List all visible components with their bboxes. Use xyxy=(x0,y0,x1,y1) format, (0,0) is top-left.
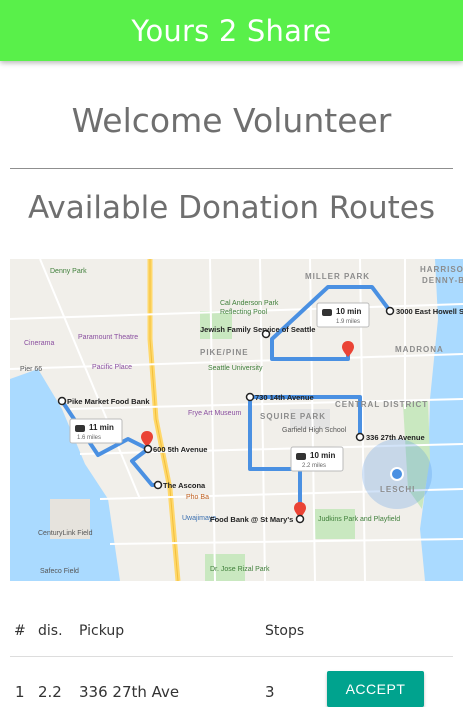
place-label: Dr. Jose Rizal Park xyxy=(210,566,270,573)
route-time: 10 min xyxy=(310,451,335,460)
route-distance: 1.9 miles xyxy=(336,319,360,325)
neighborhood-label: DENNY-BLAI xyxy=(422,276,463,285)
route-map[interactable]: MILLER PARK HARRISON DENNY-BLAI PIKE/PIN… xyxy=(10,259,463,581)
current-location-dot xyxy=(390,467,404,481)
neighborhood-label: HARRISON xyxy=(420,265,463,274)
stop-marker-3 xyxy=(57,396,67,406)
stop-label: 730 14th Avenue xyxy=(255,393,314,402)
stop-marker-8 xyxy=(295,514,305,524)
stop-label: 3000 East Howell St xyxy=(396,307,463,316)
stop-marker-5 xyxy=(153,480,163,490)
stop-label: The Ascona xyxy=(163,481,206,490)
table-row: 1 2.2 336 27th Ave 3 ACCEPT xyxy=(10,657,453,707)
place-label: Pier 66 xyxy=(20,366,42,373)
row-number: 1 xyxy=(15,683,25,701)
routes-table: # dis. Pickup Stops 1 2.2 336 27th Ave 3… xyxy=(10,604,453,707)
neighborhood-label: MADRONA xyxy=(395,345,444,354)
place-label: Seattle University xyxy=(208,365,263,372)
routes-heading: Available Donation Routes xyxy=(27,190,436,226)
stop-label: Jewish Family Service of Seattle xyxy=(200,325,315,334)
stop-marker-1 xyxy=(385,306,395,316)
divider xyxy=(10,168,453,169)
route-time: 11 min xyxy=(89,423,114,432)
destination-pin-1 xyxy=(342,341,354,357)
judkins-park-area xyxy=(315,509,355,539)
header-pickup: Pickup xyxy=(79,623,125,639)
car-icon xyxy=(322,309,332,316)
place-label: Pho Ba xyxy=(186,494,209,501)
stop-marker-7 xyxy=(355,432,365,442)
stop-marker-4 xyxy=(143,444,153,454)
accept-button[interactable]: ACCEPT xyxy=(327,671,424,707)
header-number: # xyxy=(14,623,26,639)
place-label: Paramount Theatre xyxy=(78,334,138,341)
stop-label: Pike Market Food Bank xyxy=(67,397,150,406)
route-distance: 1.6 miles xyxy=(77,435,101,441)
route-distance: 2.2 miles xyxy=(302,463,326,469)
route-info-box-2: 11 min 1.6 miles xyxy=(69,418,123,444)
neighborhood-label: LESCHI xyxy=(380,485,415,494)
app-title: Yours 2 Share xyxy=(131,13,332,48)
header-stops: Stops xyxy=(265,623,305,639)
place-label: Pacific Place xyxy=(92,364,132,371)
neighborhood-label: CENTRAL DISTRICT xyxy=(335,400,428,409)
car-icon xyxy=(75,425,85,432)
neighborhood-label: SQUIRE PARK xyxy=(260,412,326,421)
stop-label: 600 5th Avenue xyxy=(153,445,207,454)
place-label: Cal Anderson Park xyxy=(220,300,279,307)
welcome-heading: Welcome Volunteer xyxy=(71,101,392,140)
place-label: Safeco Field xyxy=(40,568,79,575)
route-info-box-1: 10 min 1.9 miles xyxy=(316,302,370,328)
place-label: Reflecting Pool xyxy=(220,309,268,316)
stop-label: Food Bank @ St Mary's xyxy=(210,515,293,524)
stop-label: 336 27th Avenue xyxy=(366,433,425,442)
header-distance: dis. xyxy=(38,623,63,639)
row-pickup: 336 27th Ave xyxy=(79,683,180,701)
place-label: Garfield High School xyxy=(282,427,347,434)
place-label: Frye Art Museum xyxy=(188,410,241,417)
place-label: CenturyLink Field xyxy=(38,530,93,537)
neighborhood-label: PIKE/PINE xyxy=(200,348,249,357)
route-time: 10 min xyxy=(336,307,361,316)
place-label: Cinerama xyxy=(24,340,54,347)
place-label: Denny Park xyxy=(50,268,87,275)
route-info-box-3: 10 min 2.2 miles xyxy=(290,446,344,472)
table-header: # dis. Pickup Stops xyxy=(10,604,453,657)
row-distance: 2.2 xyxy=(38,683,62,701)
app-bar: Yours 2 Share xyxy=(0,0,463,61)
row-stops: 3 xyxy=(265,683,275,701)
stop-marker-6 xyxy=(245,392,255,402)
neighborhood-label: MILLER PARK xyxy=(305,272,370,281)
car-icon xyxy=(296,453,306,460)
place-label: Judkins Park and Playfield xyxy=(318,516,400,523)
